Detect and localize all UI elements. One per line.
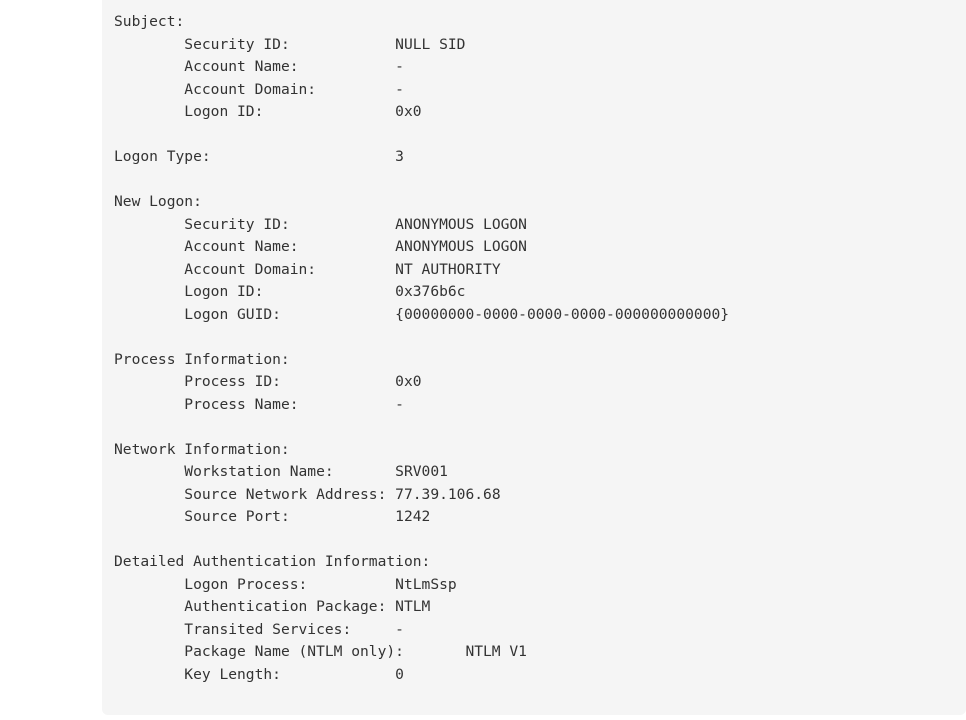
event-detail-panel: Subject: Security ID: NULL SID Account N… [102,0,966,715]
event-log-text[interactable]: Subject: Security ID: NULL SID Account N… [114,11,729,686]
